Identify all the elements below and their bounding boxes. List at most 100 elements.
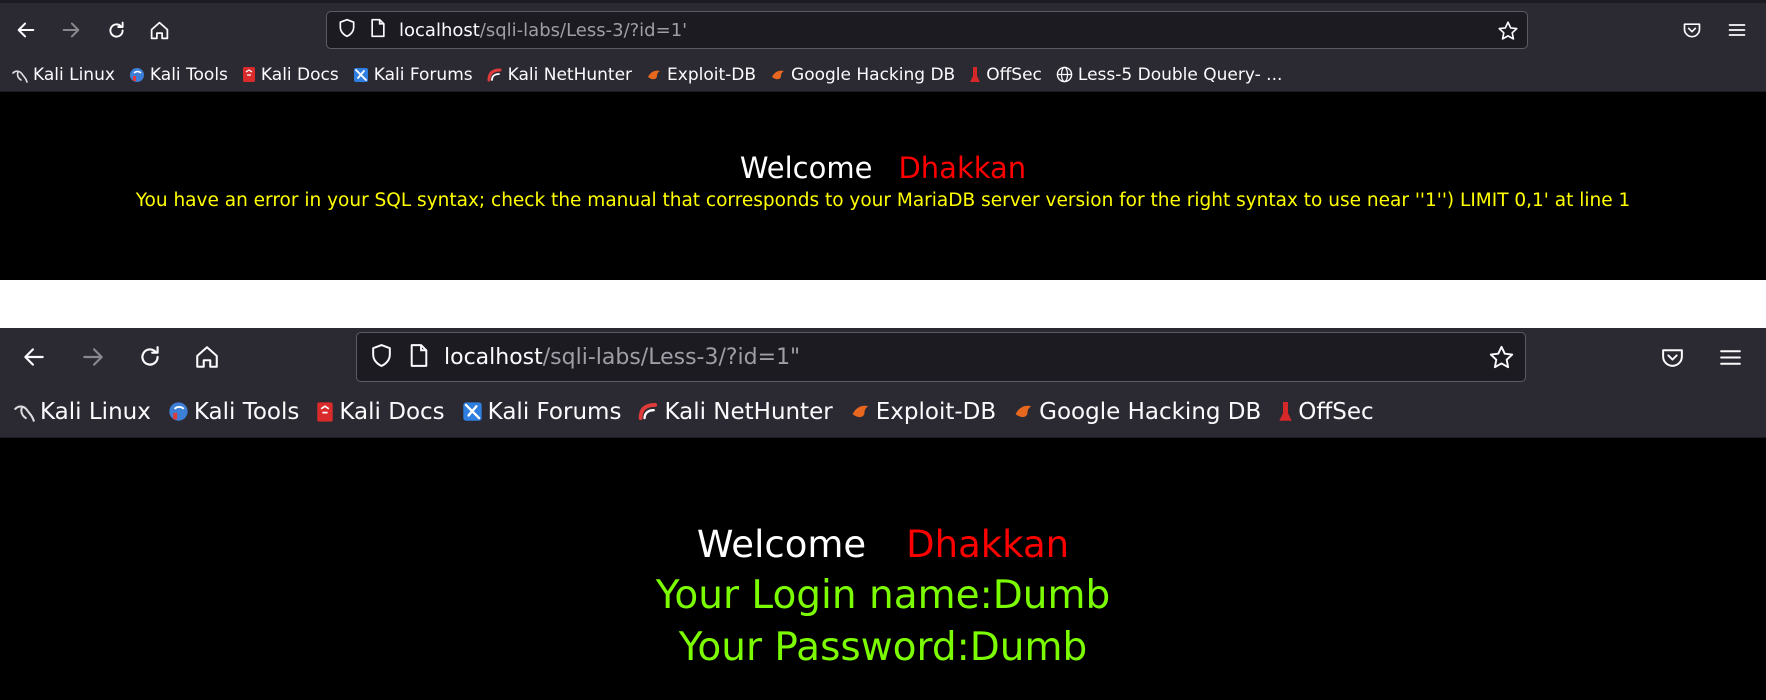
pocket-button[interactable]	[1659, 344, 1685, 370]
bookmark-label: Exploit-DB	[667, 64, 757, 85]
kali-tools-icon	[129, 67, 144, 82]
offsec-icon	[1279, 401, 1293, 421]
bookmark-kali-forums[interactable]: Kali Forums	[462, 398, 622, 425]
bookmark-kali-nethunter[interactable]: Kali NetHunter	[638, 398, 833, 425]
user-name: Dhakkan	[898, 151, 1027, 185]
bookmarks-toolbar: Kali Linux Kali Tools Kali Docs Kali For…	[0, 386, 1766, 438]
user-name: Dhakkan	[906, 523, 1070, 566]
login-name-line: Your Login name:Dumb	[655, 573, 1111, 618]
kali-forums-icon	[353, 67, 368, 82]
bookmark-label: Google Hacking DB	[791, 64, 956, 85]
kali-docs-icon	[317, 401, 334, 422]
welcome-text: Welcome	[739, 151, 873, 185]
welcome-heading: Welcome Dhakkan	[0, 92, 1766, 188]
url-host: localhost	[399, 19, 480, 41]
bookmark-kali-linux[interactable]: Kali Linux	[12, 65, 115, 85]
exploit-db-icon	[852, 405, 869, 418]
bookmark-label: OffSec	[1298, 398, 1374, 425]
kali-tools-icon	[169, 402, 188, 421]
reload-icon	[141, 346, 159, 366]
bookmark-kali-docs[interactable]: Kali Docs	[242, 65, 339, 85]
sql-error-message: You have an error in your SQL syntax; ch…	[135, 190, 1631, 211]
bookmark-star-icon[interactable]	[1497, 20, 1519, 46]
forward-button[interactable]	[59, 18, 83, 42]
page-content: Welcome Dhakkan Your Login name:Dumb Your…	[0, 438, 1766, 700]
page-icon[interactable]	[369, 18, 387, 42]
bookmark-label: Kali Forums	[487, 398, 622, 425]
hamburger-menu-icon	[1719, 349, 1741, 365]
nav-toolbar: localhost/sqli-labs/Less-3/?id=1"	[0, 328, 1766, 386]
kali-forums-icon	[462, 402, 482, 421]
exploit-db-icon	[648, 70, 661, 79]
globe-icon	[1056, 66, 1073, 83]
nethunter-icon	[487, 68, 502, 81]
home-button[interactable]	[193, 343, 221, 371]
url-host: localhost	[444, 344, 543, 370]
kali-dragon-icon	[14, 405, 35, 422]
back-button[interactable]	[14, 18, 38, 42]
bookmark-label: Less-5 Double Query- ...	[1077, 64, 1283, 85]
reload-icon	[108, 21, 124, 38]
home-icon	[150, 21, 168, 39]
bookmark-label: Kali NetHunter	[664, 398, 833, 425]
bookmarks-toolbar: Kali Linux Kali Tools Kali Docs Kali For…	[0, 58, 1766, 92]
forward-button[interactable]	[79, 343, 107, 371]
bookmark-kali-forums[interactable]: Kali Forums	[353, 65, 473, 85]
offsec-icon	[970, 66, 981, 82]
back-button[interactable]	[20, 343, 48, 371]
welcome-heading: Welcome Dhakkan	[0, 438, 1766, 570]
arrow-right-icon	[62, 22, 80, 38]
pocket-button[interactable]	[1681, 19, 1703, 41]
welcome-text: Welcome	[696, 523, 867, 566]
bookmark-label: Kali Linux	[33, 64, 115, 85]
bookmark-label: Kali Linux	[40, 398, 151, 425]
browser-window-1: localhost/sqli-labs/Less-3/?id=1' Kali L…	[0, 0, 1766, 280]
bookmark-less-5[interactable]: Less-5 Double Query- ...	[1056, 65, 1282, 85]
menu-button[interactable]	[1726, 19, 1748, 41]
bookmark-exploit-db[interactable]: Exploit-DB	[646, 65, 756, 85]
kali-dragon-icon	[12, 69, 28, 83]
bookmark-label: Kali Tools	[193, 398, 300, 425]
bookmark-google-hacking-db[interactable]: Google Hacking DB	[1013, 399, 1261, 425]
pocket-icon	[1661, 348, 1683, 367]
bookmark-kali-tools[interactable]: Kali Tools	[168, 398, 300, 425]
bookmark-label: OffSec	[986, 64, 1042, 85]
hamburger-menu-icon	[1728, 24, 1746, 36]
url-text[interactable]: localhost/sqli-labs/Less-3/?id=1"	[444, 345, 800, 370]
shield-icon[interactable]	[337, 18, 357, 42]
url-bar[interactable]: localhost/sqli-labs/Less-3/?id=1'	[326, 11, 1528, 49]
ghdb-icon	[772, 70, 785, 79]
bookmark-kali-linux[interactable]: Kali Linux	[14, 399, 151, 425]
pocket-icon	[1683, 23, 1701, 38]
bookmark-label: Kali NetHunter	[507, 64, 633, 85]
bookmark-kali-tools[interactable]: Kali Tools	[129, 65, 228, 85]
menu-button[interactable]	[1717, 344, 1743, 370]
bookmark-star-icon[interactable]	[1488, 344, 1515, 375]
url-bar[interactable]: localhost/sqli-labs/Less-3/?id=1"	[356, 332, 1526, 382]
reload-button[interactable]	[104, 18, 128, 42]
bookmark-exploit-db[interactable]: Exploit-DB	[850, 399, 996, 425]
arrow-right-icon	[83, 348, 103, 366]
home-icon	[196, 346, 218, 368]
bookmark-offsec[interactable]: OffSec	[1278, 398, 1374, 425]
nethunter-icon	[639, 402, 658, 421]
separator-gap	[0, 280, 1766, 328]
url-path: /sqli-labs/Less-3/?id=1'	[479, 19, 688, 41]
bookmark-label: Google Hacking DB	[1039, 398, 1262, 425]
bookmark-label: Kali Docs	[260, 64, 339, 85]
arrow-left-icon	[17, 22, 35, 38]
arrow-left-icon	[24, 348, 44, 366]
home-button[interactable]	[147, 18, 171, 42]
reload-button[interactable]	[136, 343, 164, 371]
page-icon[interactable]	[408, 343, 430, 372]
bookmark-label: Kali Tools	[149, 64, 228, 85]
url-text[interactable]: localhost/sqli-labs/Less-3/?id=1'	[399, 20, 687, 41]
ghdb-icon	[1015, 405, 1032, 418]
bookmark-offsec[interactable]: OffSec	[969, 65, 1042, 85]
shield-icon[interactable]	[369, 343, 394, 372]
bookmark-label: Exploit-DB	[875, 398, 997, 425]
bookmark-kali-docs[interactable]: Kali Docs	[316, 399, 445, 425]
bookmark-kali-nethunter[interactable]: Kali NetHunter	[487, 65, 632, 85]
bookmark-google-hacking-db[interactable]: Google Hacking DB	[770, 65, 955, 85]
password-line: Your Password:Dumb	[678, 625, 1088, 670]
